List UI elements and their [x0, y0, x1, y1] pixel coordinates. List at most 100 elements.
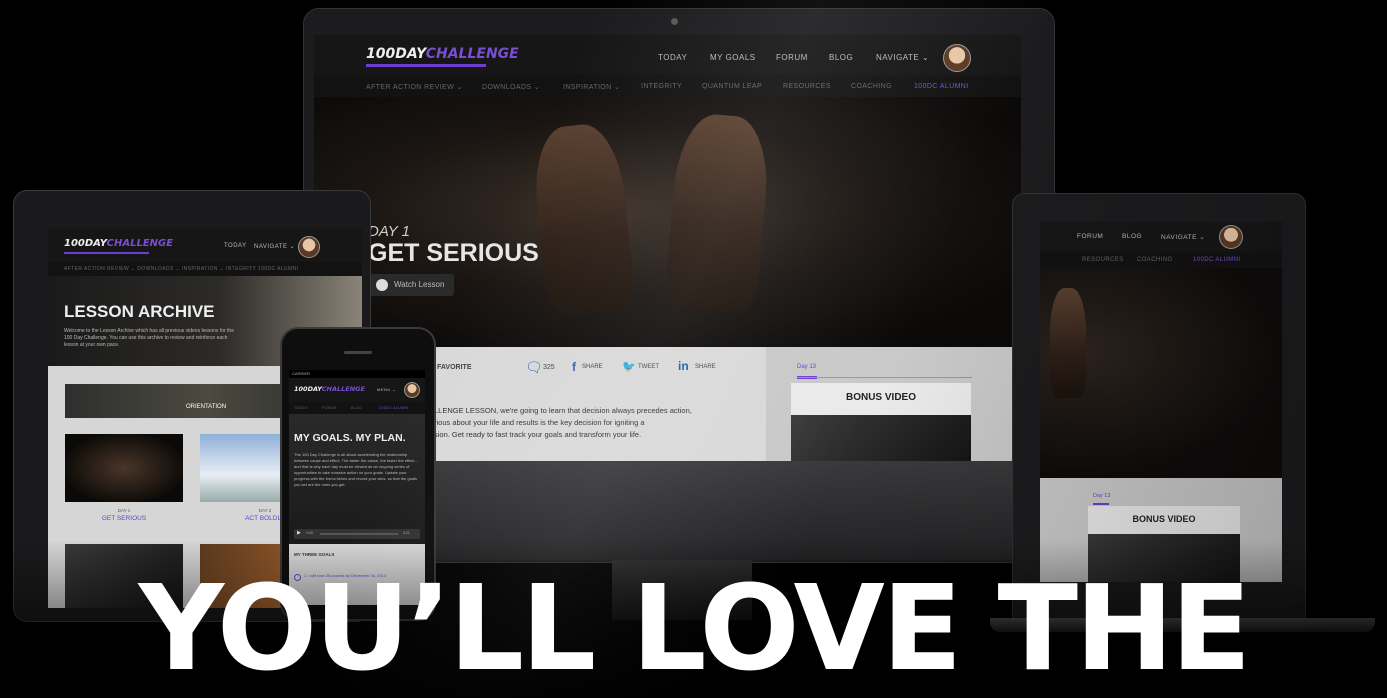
phone-subnav: TODAY FORUM BLOG 100DC ALUMNI: [289, 402, 425, 414]
sidebar: Day 13 BONUS VIDEO: [766, 347, 1021, 461]
phone-earpiece: [344, 351, 372, 354]
twitter-icon[interactable]: 🐦: [622, 360, 636, 373]
facebook-icon[interactable]: f: [572, 360, 576, 374]
hero-title: GET SERIOUS: [368, 239, 539, 267]
nav-blog[interactable]: BLOG: [829, 53, 853, 62]
phone-nav: 100DAYCHALLENGE MENU ⌄: [289, 378, 425, 402]
tweet-button[interactable]: TWEET: [638, 364, 659, 370]
day-tab-rule: [797, 377, 972, 378]
audio-start: 0:00: [306, 531, 313, 535]
play-icon: [376, 279, 388, 291]
day-tab[interactable]: Day 13: [797, 364, 816, 370]
tablet-nav-navigate[interactable]: NAVIGATE ⌄: [254, 243, 295, 250]
facebook-share[interactable]: SHARE: [582, 364, 603, 370]
tablet-logo-accent: CHALLENGE: [106, 238, 174, 249]
sub-nav: AFTER ACTION REVIEW ⌄ DOWNLOADS ⌄ INSPIR…: [314, 75, 1021, 98]
comment-icon[interactable]: 🗨: [525, 359, 543, 376]
linkedin-icon[interactable]: in: [678, 359, 689, 373]
phone-logo-main: 100DAY: [294, 385, 322, 393]
phone-avatar[interactable]: [404, 382, 420, 398]
boot-right-image: [663, 111, 773, 315]
laptop-screen: FORUM BLOG NAVIGATE ⌄ RESOURCES COACHING…: [1040, 222, 1282, 582]
tablet-subnav: AFTER ACTION REVIEW ⌄ DOWNLOADS ⌄ INSPIR…: [48, 262, 362, 276]
lesson-text: LLENGE LESSON, we're going to learn that…: [434, 405, 764, 441]
watch-lesson-label: Watch Lesson: [394, 280, 445, 289]
audio-play-icon[interactable]: ▶: [297, 530, 301, 536]
phone-carrier: CARRIER: [292, 371, 311, 376]
logo-main: 100DAY: [366, 46, 426, 62]
phone-hero: MY GOALS. MY PLAN. The 100 Day Challenge…: [289, 414, 425, 544]
audio-player[interactable]: ▶ 0:00 3:21: [294, 529, 420, 539]
nav-today[interactable]: TODAY: [658, 53, 687, 62]
comment-count[interactable]: 325: [543, 364, 555, 371]
nav-navigate[interactable]: NAVIGATE ⌄: [876, 53, 929, 62]
lesson-card-thumbnail[interactable]: [65, 434, 183, 502]
lesson-text-line: LLENGE LESSON, we're going to learn that…: [434, 406, 692, 415]
phone-subnav-today[interactable]: TODAY: [294, 406, 308, 410]
laptop-nav-forum[interactable]: FORUM: [1077, 233, 1103, 240]
bonus-video-thumbnail[interactable]: [791, 415, 971, 461]
lesson-text-line: rious about your life and results is the…: [434, 418, 645, 427]
phone-status-bar: CARRIER: [289, 370, 425, 378]
tablet-logo[interactable]: 100DAYCHALLENGE: [64, 238, 173, 249]
bonus-video-title: BONUS VIDEO: [845, 392, 916, 403]
lesson-card-title[interactable]: GET SERIOUS: [65, 515, 183, 522]
laptop-nav: FORUM BLOG NAVIGATE ⌄: [1040, 222, 1282, 252]
hero: DAY 1 GET SERIOUS Watch Lesson: [314, 97, 1021, 347]
phone-subnav-alumni[interactable]: 100DC ALUMNI: [379, 406, 409, 410]
subnav-alumni[interactable]: 100DC ALUMNI: [914, 83, 969, 90]
subnav-inspiration[interactable]: INSPIRATION ⌄: [563, 83, 620, 91]
tablet-logo-underline: [64, 252, 149, 254]
camera-icon: [671, 18, 678, 25]
subnav-coaching[interactable]: COACHING: [851, 83, 892, 90]
tablet-nav-today[interactable]: TODAY: [224, 243, 247, 249]
logo[interactable]: 100DAYCHALLENGE: [366, 46, 519, 62]
subnav-integrity[interactable]: INTEGRITY: [641, 83, 682, 90]
phone-menu[interactable]: MENU ⌄: [377, 387, 396, 392]
tablet-nav: 100DAYCHALLENGE TODAY NAVIGATE ⌄: [48, 228, 362, 262]
phone-subnav-blog[interactable]: BLOG: [351, 406, 362, 410]
laptop-boot-image: [1050, 288, 1086, 398]
tablet-title: LESSON ARCHIVE: [64, 302, 215, 321]
laptop-day-indicator: [1093, 503, 1109, 505]
laptop-day-tab[interactable]: Day 13: [1093, 493, 1110, 499]
phone-body: The 100 Day Challenge is all about accel…: [294, 452, 418, 487]
laptop-subnav-alumni[interactable]: 100DC ALUMNI: [1193, 257, 1240, 263]
subnav-after-action-review[interactable]: AFTER ACTION REVIEW ⌄: [366, 83, 463, 91]
laptop-subnav-coaching[interactable]: COACHING: [1137, 257, 1173, 263]
phone-title: MY GOALS. MY PLAN.: [294, 432, 406, 444]
laptop-subnav-resources[interactable]: RESOURCES: [1082, 257, 1124, 263]
audio-track[interactable]: [320, 533, 398, 535]
hero-day: DAY 1: [368, 223, 410, 240]
lesson-card-day: DAY 1: [117, 508, 131, 513]
logo-underline: [366, 64, 486, 67]
headline: YOU’LL LOVE THE: [138, 559, 1252, 697]
nav-forum[interactable]: FORUM: [776, 53, 808, 62]
subnav-quantum-leap[interactable]: QUANTUM LEAP: [702, 83, 762, 90]
phone-subnav-forum[interactable]: FORUM: [322, 406, 337, 410]
tablet-logo-main: 100DAY: [64, 238, 107, 249]
nav-my-goals[interactable]: MY GOALS: [710, 53, 756, 62]
bonus-video-card[interactable]: BONUS VIDEO: [791, 383, 971, 461]
laptop-hero: [1040, 268, 1282, 478]
lesson-text-line: sion. Get ready to fast track your goals…: [434, 430, 642, 439]
phone-logo[interactable]: 100DAYCHALLENGE: [294, 385, 365, 393]
laptop-subnav: RESOURCES COACHING 100DC ALUMNI: [1040, 252, 1282, 268]
linkedin-share[interactable]: SHARE: [695, 364, 716, 370]
phone-logo-accent: CHALLENGE: [321, 385, 365, 393]
top-nav: 100DAYCHALLENGE TODAY MY GOALS FORUM BLO…: [314, 35, 1021, 75]
logo-accent: CHALLENGE: [425, 46, 519, 62]
subnav-downloads[interactable]: DOWNLOADS ⌄: [482, 83, 540, 91]
tablet-avatar[interactable]: [298, 236, 320, 258]
laptop-nav-navigate[interactable]: NAVIGATE ⌄: [1161, 233, 1205, 241]
boot-left-image: [529, 120, 637, 320]
watch-lesson-button[interactable]: Watch Lesson: [370, 274, 454, 296]
favorite-label[interactable]: FAVORITE: [437, 364, 471, 371]
tablet-subnav-links[interactable]: AFTER ACTION REVIEW ⌄ DOWNLOADS ⌄ INSPIR…: [64, 266, 298, 272]
avatar[interactable]: [943, 44, 971, 72]
tablet-intro: Welcome to the Lesson Archive which has …: [64, 328, 234, 348]
subnav-resources[interactable]: RESOURCES: [783, 83, 831, 90]
laptop-avatar[interactable]: [1219, 225, 1243, 249]
laptop-nav-blog[interactable]: BLOG: [1122, 233, 1142, 240]
audio-end: 3:21: [403, 531, 410, 535]
